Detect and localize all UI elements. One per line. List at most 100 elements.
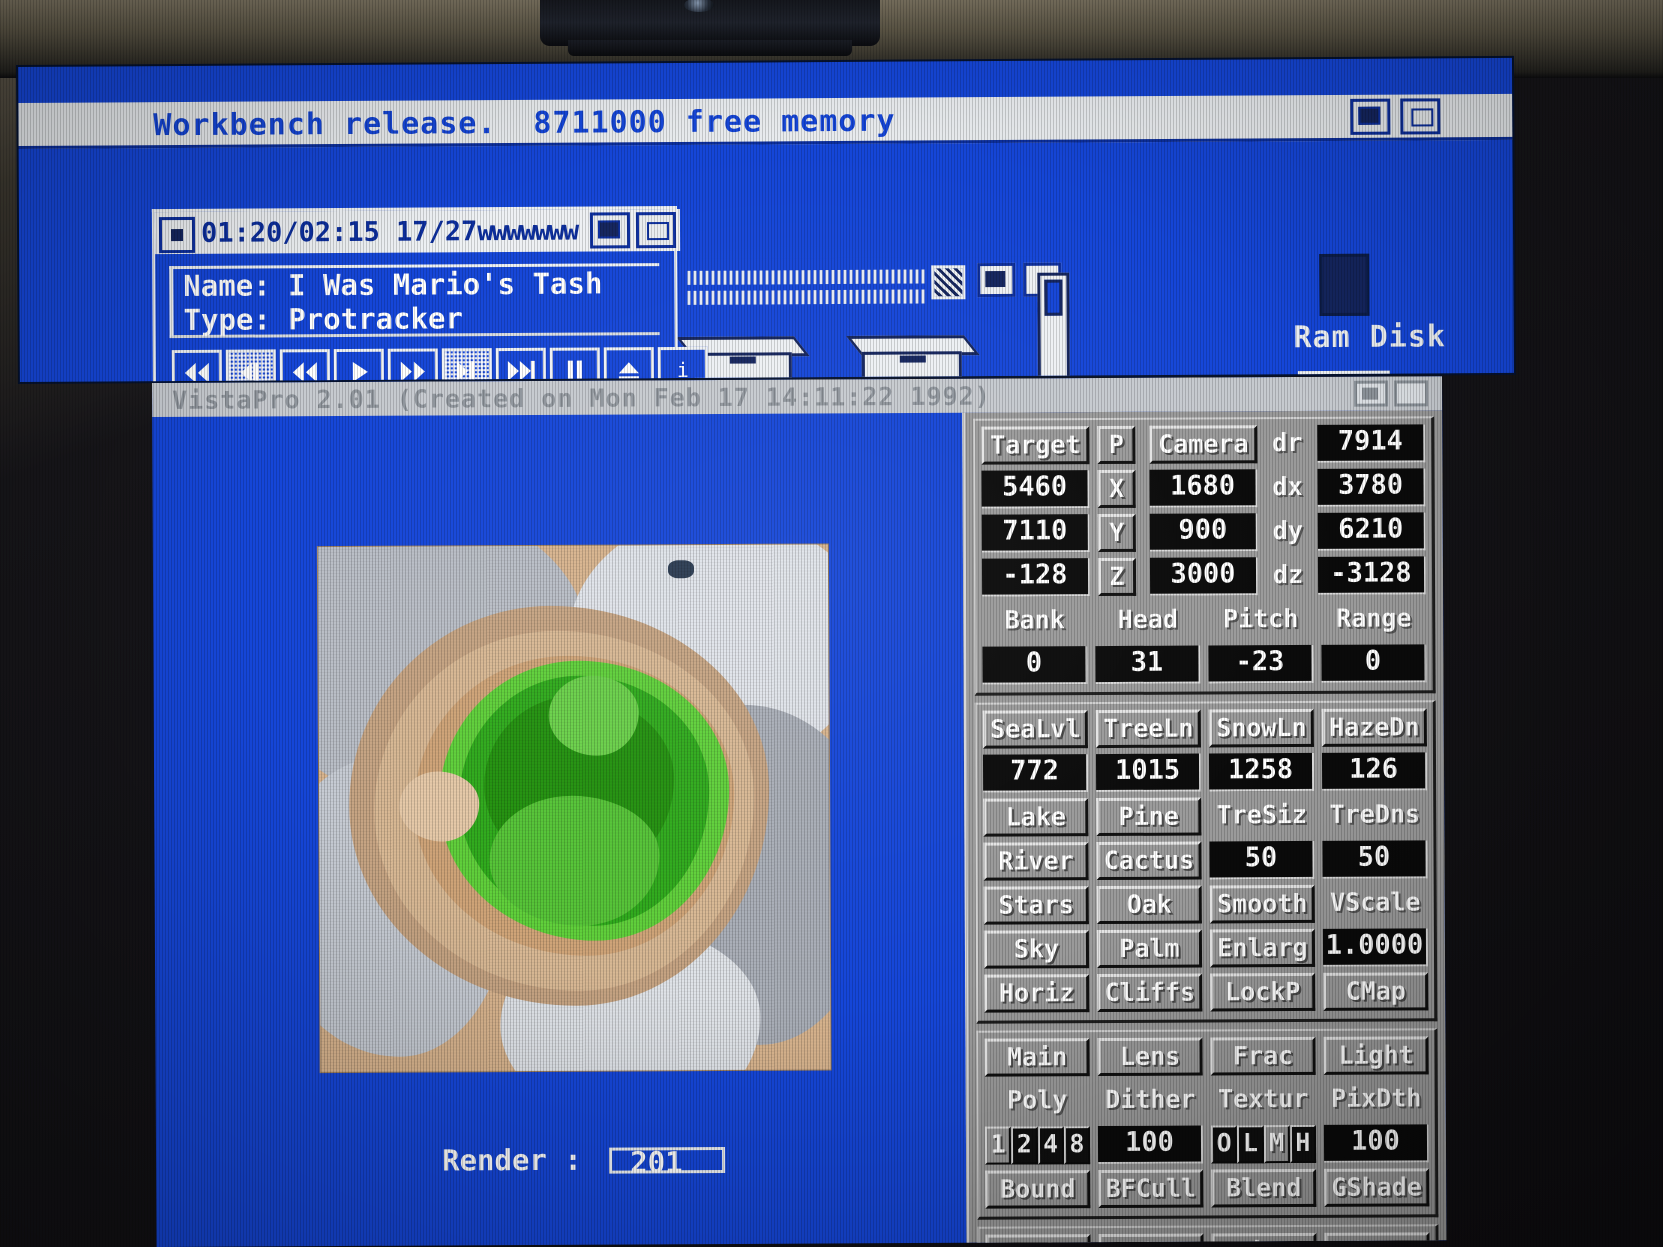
poly-option-1[interactable]: 1 (984, 1126, 1012, 1165)
vscale-value[interactable]: 1.0000 (1322, 928, 1429, 967)
hazedn-button[interactable]: HazeDn (1321, 708, 1427, 747)
camera-button[interactable]: Camera (1149, 425, 1258, 464)
sealvl-button[interactable]: SeaLvl (982, 710, 1088, 749)
vistapro-window-gadgets[interactable] (1354, 380, 1442, 407)
horiz-button[interactable]: Horiz (984, 974, 1090, 1013)
depth-gadget-front-icon[interactable] (635, 211, 677, 249)
pause-button[interactable] (549, 347, 601, 382)
sealvl-value[interactable]: 772 (982, 754, 1089, 793)
info-button[interactable]: i (657, 346, 709, 382)
light-button[interactable]: Light (1323, 1036, 1429, 1075)
camera-x-value[interactable]: 1680 (1149, 469, 1258, 508)
previous-track-button[interactable] (225, 349, 277, 382)
skip-to-start-button[interactable] (171, 349, 223, 382)
pine-button[interactable]: Pine (1096, 797, 1202, 837)
treeln-button[interactable]: TreeLn (1095, 709, 1201, 749)
window-scrollbar[interactable] (1037, 272, 1071, 382)
target-x-value[interactable]: 5460 (981, 470, 1090, 509)
palm-button[interactable]: Palm (1096, 929, 1203, 969)
axis-z-button[interactable]: Z (1097, 557, 1137, 597)
fast-forward-button[interactable] (387, 348, 439, 382)
treeln-value[interactable]: 1015 (1095, 753, 1202, 793)
bank-label: Bank (1004, 605, 1065, 635)
tredns-value[interactable]: 50 (1322, 840, 1428, 879)
abort-button[interactable]: Abort (1324, 1232, 1430, 1247)
lockp-button[interactable]: LockP (1210, 972, 1316, 1012)
render-button[interactable]: Render (985, 1234, 1091, 1247)
player-transport-controls[interactable]: i (171, 346, 709, 382)
textur-option-l[interactable]: L (1237, 1125, 1264, 1164)
dx-value[interactable]: 3780 (1317, 468, 1426, 507)
p-toggle-button[interactable]: P (1097, 425, 1136, 465)
workbench-window-gadgets[interactable] (1350, 98, 1441, 135)
redraw-button[interactable]: Redraw (1098, 1233, 1204, 1247)
lens-button[interactable]: Lens (1097, 1037, 1203, 1077)
vistapro-title-text: VistaPro 2.01 (Created on Mon Feb 17 14:… (172, 381, 991, 415)
main-button[interactable]: Main (984, 1038, 1090, 1077)
cliffs-button[interactable]: Cliffs (1097, 973, 1203, 1013)
skip-to-end-button[interactable] (495, 347, 547, 382)
bound-button[interactable]: Bound (985, 1170, 1091, 1209)
depth-gadget-front-icon[interactable] (1400, 98, 1441, 135)
ramdisk-icon-group[interactable]: Ram Disk (1274, 253, 1464, 355)
pitch-value[interactable]: -23 (1208, 644, 1314, 684)
dz-value[interactable]: -3128 (1317, 556, 1427, 595)
depth-gadget-front-icon[interactable] (1394, 380, 1429, 407)
lake-button[interactable]: Lake (983, 798, 1089, 837)
head-value[interactable]: 31 (1095, 645, 1201, 685)
hazedn-value[interactable]: 126 (1321, 752, 1428, 791)
drawer-icon-apps[interactable] (846, 335, 980, 382)
depth-gadget-back-icon[interactable] (1354, 380, 1389, 407)
oak-button[interactable]: Oak (1096, 885, 1202, 925)
target-z-value[interactable]: -128 (981, 558, 1091, 597)
blend-button[interactable]: Blend (1211, 1168, 1317, 1208)
bfcull-button[interactable]: BFCull (1098, 1169, 1204, 1209)
tresiz-value[interactable]: 50 (1209, 840, 1315, 880)
drawer-icon-mansion[interactable] (676, 336, 810, 382)
depth-gadget-back-icon[interactable] (977, 262, 1016, 298)
target-y-value[interactable]: 7110 (981, 514, 1090, 553)
pixdth-value[interactable]: 100 (1323, 1124, 1430, 1163)
sky-button[interactable]: Sky (983, 930, 1090, 969)
depth-gadget-back-icon[interactable] (589, 212, 631, 249)
smooth-button[interactable]: Smooth (1209, 884, 1315, 924)
target-button[interactable]: Target (981, 426, 1090, 465)
dr-value[interactable]: 7914 (1317, 424, 1426, 463)
textur-option-m[interactable]: M (1263, 1125, 1290, 1164)
cactus-button[interactable]: Cactus (1096, 841, 1202, 881)
terrain-preview-map[interactable] (317, 544, 831, 1073)
enlarg-button[interactable]: Enlarg (1209, 928, 1316, 968)
frac-button[interactable]: Frac (1210, 1036, 1316, 1076)
textur-option-o[interactable]: O (1210, 1125, 1238, 1164)
player-window-gadgets[interactable] (589, 211, 680, 249)
gshade-button[interactable]: GShade (1324, 1168, 1430, 1207)
textur-segmented-control[interactable]: O L M H (1210, 1124, 1317, 1164)
stars-button[interactable]: Stars (983, 886, 1089, 925)
dither-value[interactable]: 100 (1097, 1125, 1204, 1165)
bank-value[interactable]: 0 (982, 646, 1088, 685)
next-track-button[interactable] (441, 348, 493, 382)
axis-y-button[interactable]: Y (1097, 513, 1136, 553)
play-button[interactable] (333, 348, 385, 382)
snowln-value[interactable]: 1258 (1208, 752, 1315, 792)
poly-segmented-control[interactable]: 1 2 4 8 (984, 1126, 1091, 1165)
player-titlebar: 01:20/02:15 17/27wwwwwww (154, 208, 681, 255)
poly-option-2[interactable]: 2 (1011, 1126, 1038, 1165)
range-value[interactable]: 0 (1321, 644, 1427, 683)
poly-option-4[interactable]: 4 (1037, 1126, 1064, 1165)
eject-button[interactable] (603, 347, 655, 382)
snowln-button[interactable]: SnowLn (1208, 708, 1314, 748)
poly-option-8[interactable]: 8 (1063, 1126, 1091, 1165)
cmap-button[interactable]: CMap (1323, 972, 1429, 1011)
checker-icon[interactable] (931, 265, 966, 300)
camera-z-value[interactable]: 3000 (1149, 557, 1259, 596)
view-button[interactable]: View (1211, 1232, 1317, 1247)
camera-y-value[interactable]: 900 (1149, 513, 1258, 552)
dy-value[interactable]: 6210 (1317, 512, 1426, 551)
depth-gadget-back-icon[interactable] (1350, 98, 1391, 135)
river-button[interactable]: River (983, 842, 1089, 881)
rewind-button[interactable] (279, 349, 331, 382)
close-icon[interactable] (158, 216, 196, 253)
axis-x-button[interactable]: X (1097, 469, 1136, 509)
textur-option-h[interactable]: H (1289, 1124, 1317, 1164)
